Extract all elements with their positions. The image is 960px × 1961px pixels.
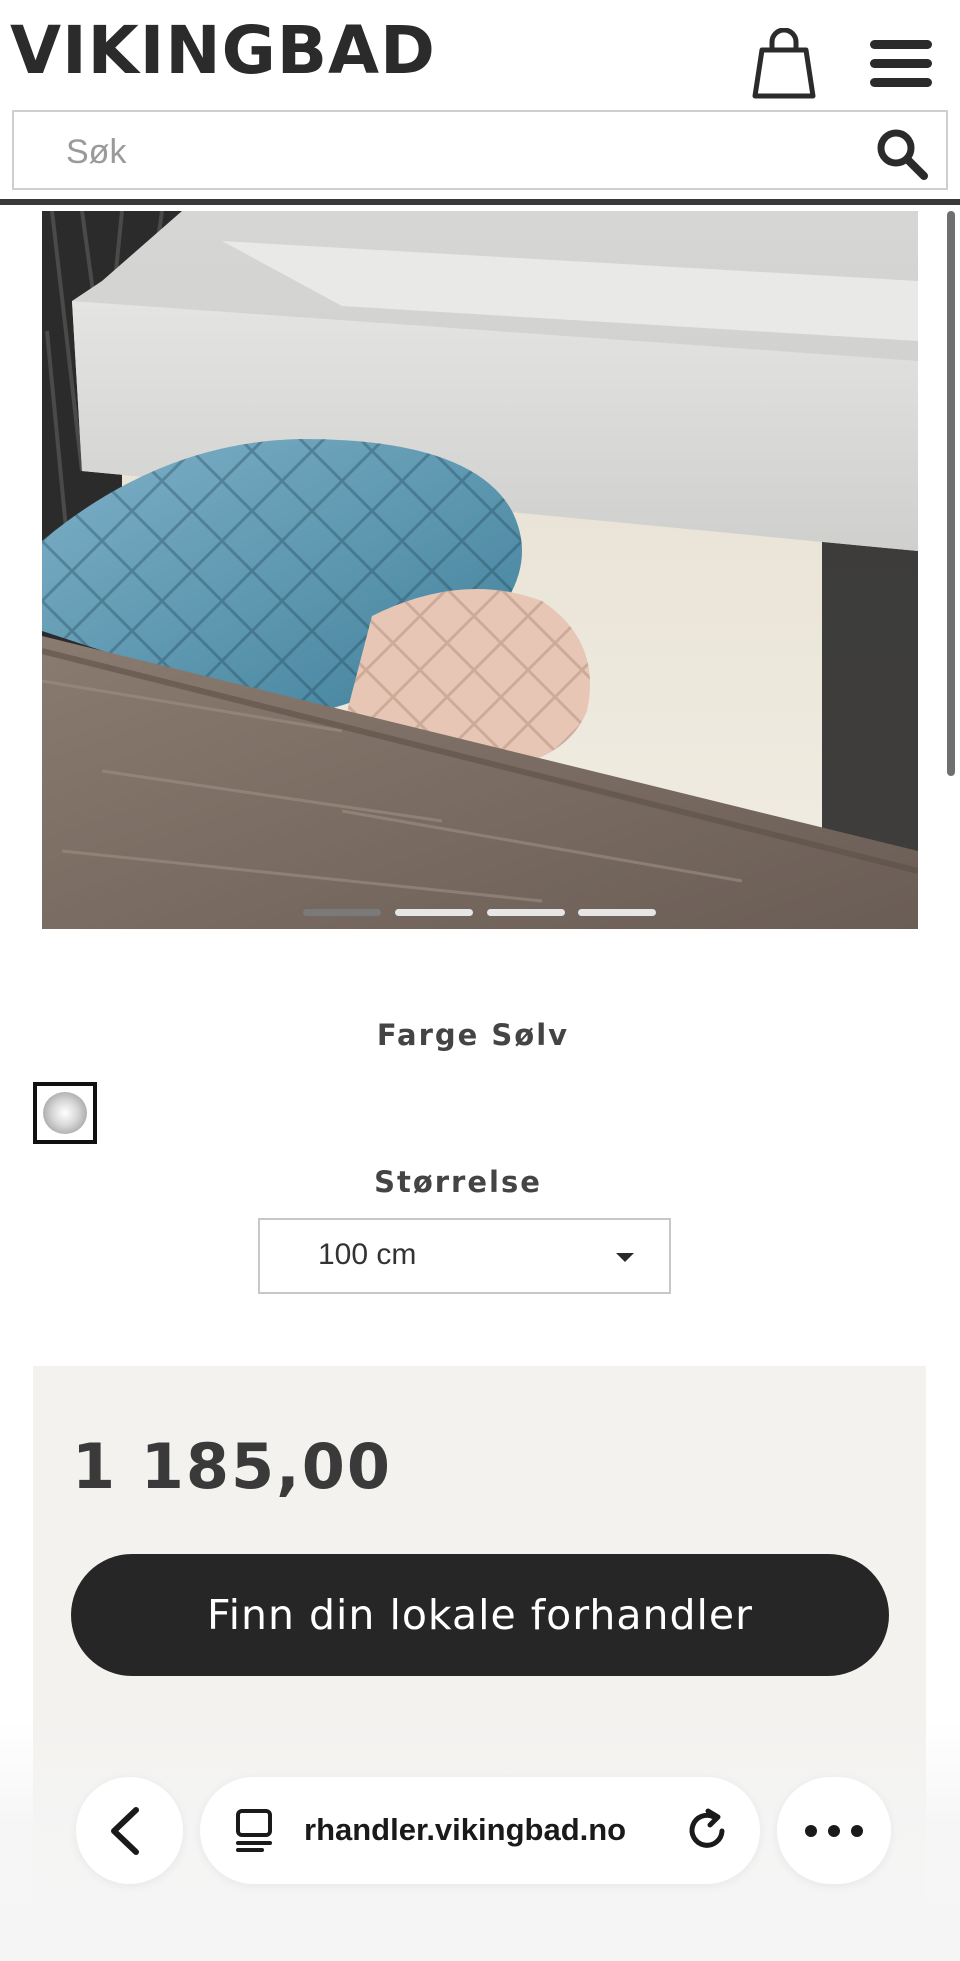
hamburger-menu-icon[interactable] — [870, 40, 932, 88]
more-icon — [805, 1825, 863, 1837]
browser-more-button[interactable] — [777, 1777, 891, 1884]
site-header: VIKINGBAD — [0, 0, 960, 205]
gallery-dot-4[interactable] — [578, 909, 656, 916]
page-scrollbar[interactable] — [947, 211, 955, 776]
url-text: rhandler.vikingbad.no — [304, 1812, 627, 1847]
chevron-down-icon — [616, 1253, 634, 1262]
silver-swatch-icon — [43, 1092, 87, 1134]
reload-icon[interactable] — [684, 1807, 730, 1853]
color-label: Farge Sølv — [376, 1018, 570, 1052]
shopping-bag-icon[interactable] — [752, 28, 816, 100]
color-swatch-silver[interactable] — [33, 1082, 97, 1144]
chevron-left-icon — [111, 1807, 139, 1855]
product-photo-drawer — [42, 211, 918, 929]
tabs-icon[interactable] — [232, 1807, 276, 1853]
search-bar — [12, 110, 948, 190]
search-input[interactable] — [66, 130, 826, 174]
product-image[interactable] — [42, 211, 918, 929]
size-selected-value: 100 cm — [318, 1238, 417, 1271]
gallery-dot-2[interactable] — [395, 909, 473, 916]
gallery-dot-3[interactable] — [487, 909, 565, 916]
size-label: Størrelse — [374, 1165, 542, 1199]
find-dealer-button[interactable]: Finn din lokale forhandler — [71, 1554, 889, 1676]
product-price: 1 185,00 — [72, 1430, 392, 1503]
vikingbad-logo[interactable]: VIKINGBAD — [10, 18, 436, 84]
size-dropdown[interactable]: 100 cm — [258, 1218, 671, 1294]
browser-back-button[interactable] — [76, 1777, 183, 1884]
gallery-dot-1[interactable] — [303, 909, 381, 916]
search-icon[interactable] — [872, 124, 932, 184]
browser-address-bar[interactable]: rhandler.vikingbad.no — [200, 1777, 760, 1884]
